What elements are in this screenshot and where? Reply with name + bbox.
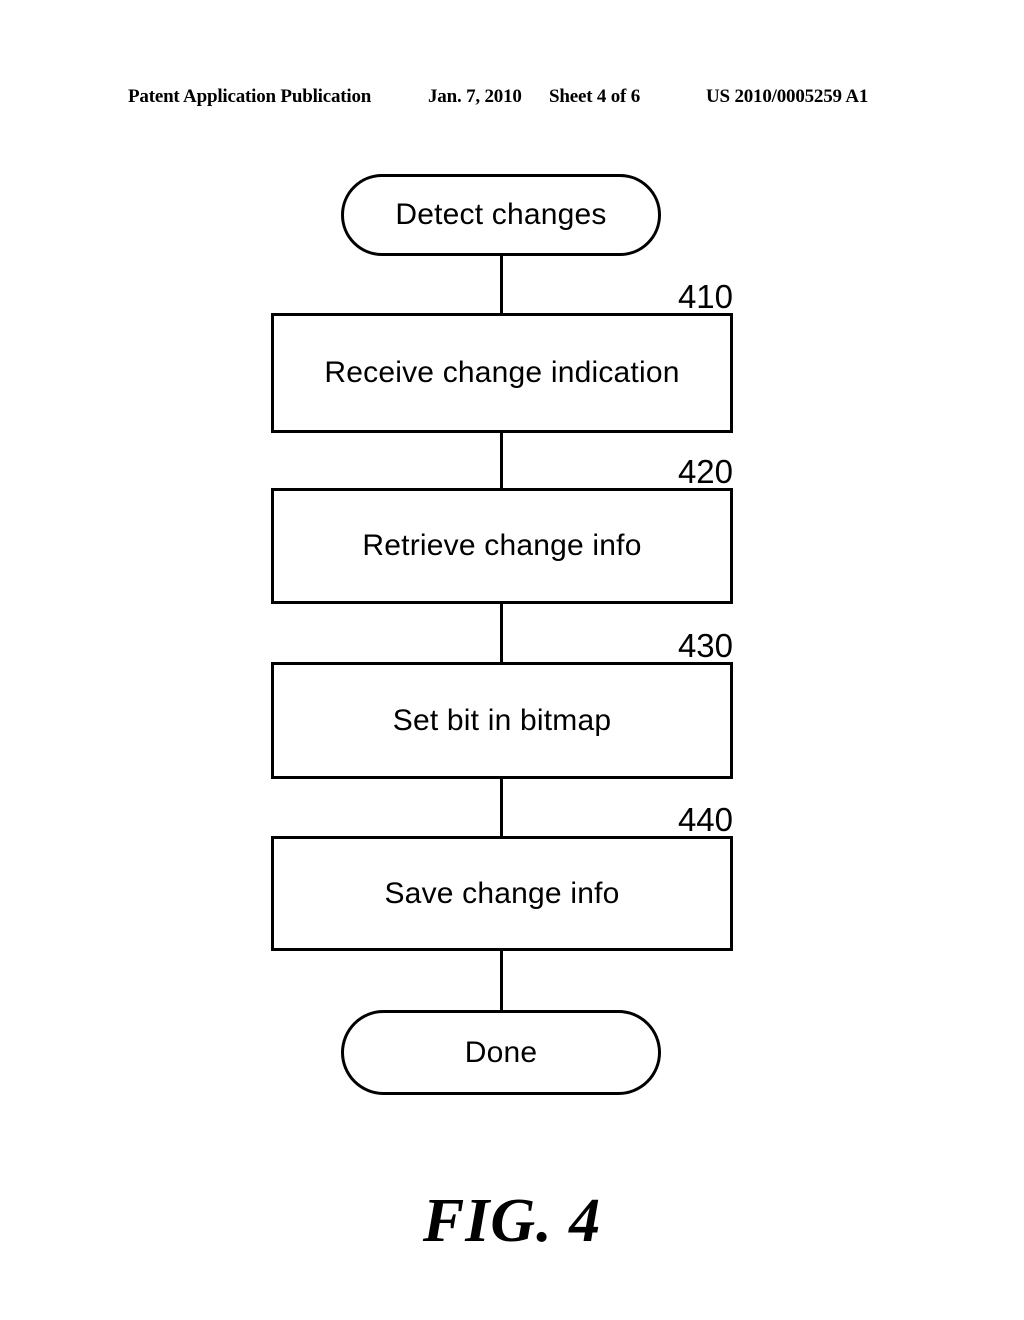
reference-numeral-430: 430 (677, 627, 733, 664)
flowchart-node-440-label: Save change info (384, 876, 620, 910)
flowchart-node-420-label: Retrieve change info (362, 529, 642, 562)
flowchart-diagram: Detect changes 410 Receive change indica… (0, 0, 1024, 1320)
connector-410-to-420 (500, 430, 503, 490)
flowchart-node-430-label: Set bit in bitmap (392, 703, 612, 737)
reference-numeral-440: 440 (677, 801, 733, 838)
reference-numeral-420: 420 (677, 453, 733, 490)
flowchart-node-430: Set bit in bitmap (271, 662, 733, 779)
flowchart-node-410: Receive change indication (271, 313, 733, 433)
flowchart-node-420: Retrieve change info (271, 488, 733, 604)
flowchart-node-start-label: Detect changes (395, 198, 607, 231)
figure-caption: FIG. 4 (422, 1187, 602, 1255)
connector-430-to-440 (500, 776, 503, 838)
connector-420-to-430 (500, 601, 503, 664)
flowchart-node-440: Save change info (271, 836, 733, 951)
flowchart-node-end: Done (341, 1010, 661, 1095)
flowchart-node-start: Detect changes (341, 174, 661, 256)
connector-start-to-410 (500, 254, 503, 315)
connector-440-to-end (500, 948, 503, 1012)
reference-numeral-410: 410 (677, 278, 733, 315)
flowchart-node-410-label: Receive change indication (324, 356, 680, 389)
flowchart-node-end-label: Done (464, 1035, 538, 1069)
